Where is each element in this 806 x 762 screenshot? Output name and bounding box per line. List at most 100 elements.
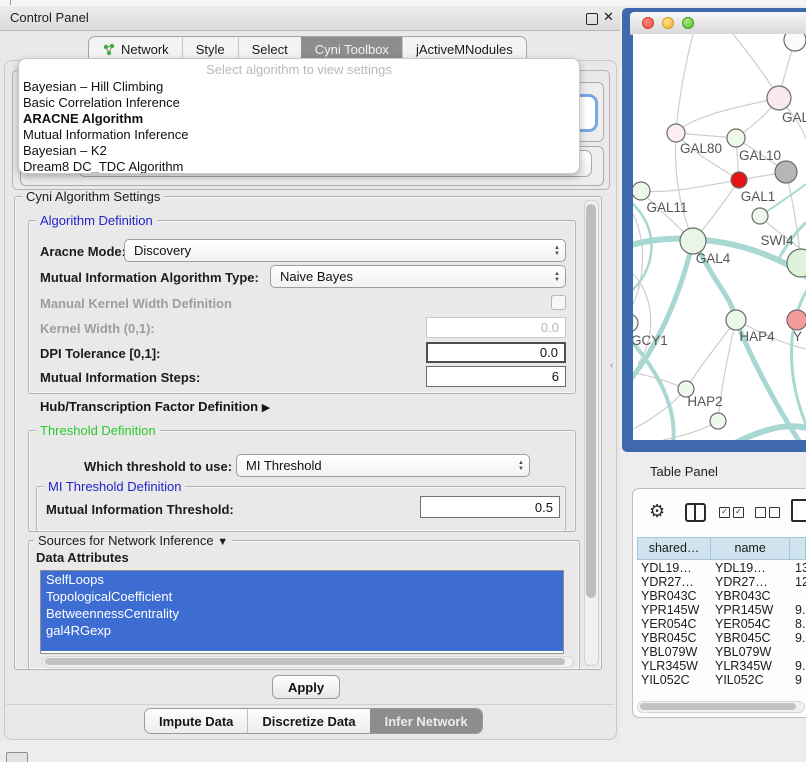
manual-kernel-label: Manual Kernel Width Definition <box>40 296 232 311</box>
network-node-hap4[interactable] <box>726 310 746 330</box>
tab-label: Network <box>121 42 169 57</box>
zoom-traffic-light[interactable] <box>682 17 694 29</box>
list-item-partial[interactable] <box>41 639 563 651</box>
settings-scrollbar[interactable] <box>584 200 599 666</box>
data-attributes-list[interactable]: SelfLoopsTopologicalCoefficientBetweenne… <box>40 570 564 654</box>
dpi-tolerance-label: DPI Tolerance [0,1]: <box>40 346 160 361</box>
apply-button[interactable]: Apply <box>272 675 340 699</box>
table-cell: YDR27… <box>637 575 711 589</box>
column-header-partial[interactable] <box>790 538 806 559</box>
network-node[interactable] <box>775 161 797 183</box>
attributes-hscrollbar-thumb[interactable] <box>45 658 565 665</box>
splitter-arrow-icon[interactable]: ‹ <box>610 360 613 371</box>
columns-icon[interactable] <box>685 503 706 522</box>
column-header-name[interactable]: name <box>711 538 790 559</box>
column-header-shared-[interactable]: shared… <box>638 538 711 559</box>
network-node[interactable] <box>752 208 768 224</box>
table-cell: YDR27… <box>711 575 791 589</box>
table-cell: 12 <box>791 575 806 589</box>
table-row[interactable]: YDL19…YDL19…13 <box>637 561 806 575</box>
network-canvas[interactable]: GALGAL80GAL10GAL1GAL11SWI4GAL4HAP4YGCY1H… <box>633 34 806 440</box>
network-node-gcy1[interactable] <box>633 314 638 332</box>
list-item-selfloops[interactable]: SelfLoops <box>41 571 563 588</box>
aracne-mode-combo[interactable]: Discovery ▲▼ <box>124 239 566 262</box>
network-node[interactable] <box>710 413 726 429</box>
table-row[interactable]: YBL079WYBL079W <box>637 645 806 659</box>
select-all-checkbox-icon[interactable]: ✓ <box>719 507 730 518</box>
network-node-gal[interactable] <box>767 86 791 110</box>
table-panel: ⚙ ✓ ✓ shared…name YDL19…YDL19…13YDR27…YD… <box>632 488 806 718</box>
table-row[interactable]: YDR27…YDR27…12 <box>637 575 806 589</box>
mi-steps-input[interactable]: 6 <box>426 366 566 387</box>
tab-label: Cyni Toolbox <box>315 42 389 57</box>
network-node[interactable] <box>787 249 806 277</box>
close-traffic-light[interactable] <box>642 17 654 29</box>
table-cell: YBR045C <box>711 631 791 645</box>
export-table-icon[interactable] <box>791 499 806 522</box>
dropdown-item-aracne-algorithm[interactable]: ARACNE Algorithm <box>19 111 579 127</box>
network-node-gal10[interactable] <box>727 129 745 147</box>
close-icon[interactable]: ✕ <box>603 9 614 25</box>
mi-type-combo[interactable]: Naive Bayes ▲▼ <box>270 265 566 288</box>
table-cell: YBR043C <box>711 589 791 603</box>
deselect-all-checkbox-icon[interactable] <box>755 507 766 518</box>
table-row[interactable]: YBR045CYBR045C9. <box>637 631 806 645</box>
table-hscrollbar-thumb[interactable] <box>640 703 796 710</box>
dpi-tolerance-input[interactable]: 0.0 <box>426 342 566 363</box>
network-node-gal1[interactable] <box>731 172 747 188</box>
table-body: YDL19…YDL19…13YDR27…YDR27…12YBR043CYBR04… <box>637 561 806 687</box>
settings-scrollbar-thumb[interactable] <box>586 204 596 598</box>
mi-threshold-title: MI Threshold Definition <box>44 480 185 494</box>
table-cell: 9 <box>791 673 806 687</box>
tab-discretize-data[interactable]: Discretize Data <box>247 709 369 733</box>
spinner-arrows-icon: ▲▼ <box>554 268 560 285</box>
tab-label: jActiveMNodules <box>416 42 513 57</box>
table-row[interactable]: YER054CYER054C8. <box>637 617 806 631</box>
hub-section-toggle[interactable]: Hub/Transcription Factor Definition ▶ <box>40 399 270 414</box>
manual-kernel-checkbox[interactable] <box>551 295 566 310</box>
table-hscrollbar[interactable] <box>637 701 805 713</box>
select-all-checkbox-icon[interactable]: ✓ <box>733 507 744 518</box>
table-row[interactable]: YLR345WYLR345W9. <box>637 659 806 673</box>
which-threshold-combo[interactable]: MI Threshold ▲▼ <box>236 454 530 477</box>
list-item-betweennesscentrality[interactable]: BetweennessCentrality <box>41 605 563 622</box>
network-node-label-hap4: HAP4 <box>739 329 775 344</box>
mini-panel-button[interactable] <box>6 752 28 762</box>
attributes-hscrollbar[interactable] <box>42 656 574 668</box>
table-row[interactable]: YPR145WYPR145W9. <box>637 603 806 617</box>
kernel-width-input[interactable]: 0.0 <box>426 317 566 338</box>
tab-impute-data[interactable]: Impute Data <box>145 709 247 733</box>
dropdown-item-dream8-dc-tdc-algorithm[interactable]: Dream8 DC_TDC Algorithm <box>19 159 579 174</box>
table-cell: YBL079W <box>637 645 711 659</box>
table-row[interactable]: YBR043CYBR043C <box>637 589 806 603</box>
tab-infer-network[interactable]: Infer Network <box>370 709 482 733</box>
screen: Control Panel ✕ NetworkStyleSelectCyni T… <box>0 0 806 762</box>
aracne-mode-label: Aracne Mode: <box>40 244 126 259</box>
gear-icon[interactable]: ⚙ <box>649 501 665 522</box>
table-cell: 13 <box>791 561 806 575</box>
deselect-all-checkbox-icon[interactable] <box>769 507 780 518</box>
expanded-arrow-icon: ▼ <box>217 535 228 549</box>
network-node-gal80[interactable] <box>667 124 685 142</box>
network-node[interactable] <box>784 34 806 51</box>
table-cell: YDL19… <box>637 561 711 575</box>
list-item-gal4rgexp[interactable]: gal4RGexp <box>41 622 563 639</box>
table-cell: YER054C <box>637 617 711 631</box>
dropdown-item-bayesian-k2[interactable]: Bayesian – K2 <box>19 143 579 159</box>
mi-threshold-input[interactable]: 0.5 <box>420 496 560 518</box>
list-item-topologicalcoefficient[interactable]: TopologicalCoefficient <box>41 588 563 605</box>
table-cell: YIL052C <box>711 673 791 687</box>
network-node-label-gal1: GAL1 <box>741 189 776 204</box>
dropdown-item-basic-correlation-inference[interactable]: Basic Correlation Inference <box>19 95 579 111</box>
table-row[interactable]: YIL052CYIL052C9 <box>637 673 806 687</box>
dropdown-item-mutual-information-inference[interactable]: Mutual Information Inference <box>19 127 579 143</box>
table-cell: YBR043C <box>637 589 711 603</box>
float-window-icon[interactable] <box>586 13 598 25</box>
top-strip-mark <box>10 0 11 5</box>
minimize-traffic-light[interactable] <box>662 17 674 29</box>
dropdown-item-bayesian-hill-climbing[interactable]: Bayesian – Hill Climbing <box>19 79 579 95</box>
table-cell <box>791 589 806 603</box>
network-node-y[interactable] <box>787 310 806 330</box>
sources-toggle[interactable]: Sources for Network Inference ▼ <box>34 534 232 549</box>
network-node-gal11[interactable] <box>633 182 650 200</box>
